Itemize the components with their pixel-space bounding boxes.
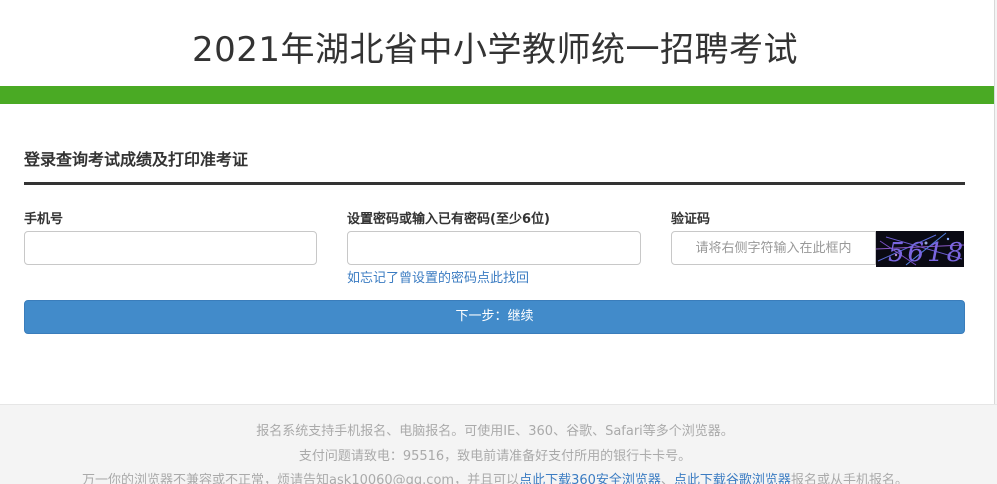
forgot-password-link[interactable]: 如忘记了曾设置的密码点此找回 bbox=[347, 267, 529, 286]
footer-link-separator: 、 bbox=[660, 473, 674, 484]
password-label: 设置密码或输入已有密码(至少6位) bbox=[347, 212, 550, 227]
login-section-title: 登录查询考试成绩及打印准考证 bbox=[24, 150, 249, 169]
footer-compat-note: 万一你的浏览器不兼容或不正常，烦请告知ask10060@qq.com，并且可以点… bbox=[0, 469, 990, 484]
download-360-browser-link[interactable]: 点此下载360安全浏览器 bbox=[519, 473, 661, 484]
footer-payment-note: 支付问题请致电：95516，致电前请准备好支付所用的银行卡卡号。 bbox=[298, 449, 692, 464]
page-header: 2021年湖北省中小学教师统一招聘考试 bbox=[0, 0, 997, 86]
phone-label: 手机号 bbox=[24, 212, 64, 227]
footer-compat-prefix: 万一你的浏览器不兼容或不正常，烦请告知ask10060@qq.com，并且可以 bbox=[82, 473, 520, 484]
captcha-image[interactable]: 5618 bbox=[876, 231, 964, 267]
page-footer: 报名系统支持手机报名、电脑报名。可使用IE、360、谷歌、Safari等多个浏览… bbox=[0, 404, 997, 484]
footer-browser-note: 报名系统支持手机报名、电脑报名。可使用IE、360、谷歌、Safari等多个浏览… bbox=[256, 424, 734, 439]
page-title: 2021年湖北省中小学教师统一招聘考试 bbox=[191, 30, 799, 70]
footer-compat-suffix: 报名或从手机报名。 bbox=[790, 473, 908, 484]
captcha-label: 验证码 bbox=[671, 212, 711, 227]
password-input[interactable] bbox=[347, 231, 641, 265]
section-divider bbox=[24, 182, 965, 185]
captcha-input[interactable] bbox=[671, 231, 876, 265]
header-accent-bar bbox=[0, 86, 995, 104]
captcha-text: 5618 bbox=[888, 238, 964, 267]
next-step-button[interactable]: 下一步：继续 bbox=[24, 300, 965, 334]
download-chrome-browser-link[interactable]: 点此下载谷歌浏览器 bbox=[674, 473, 791, 484]
phone-input[interactable] bbox=[24, 231, 317, 265]
